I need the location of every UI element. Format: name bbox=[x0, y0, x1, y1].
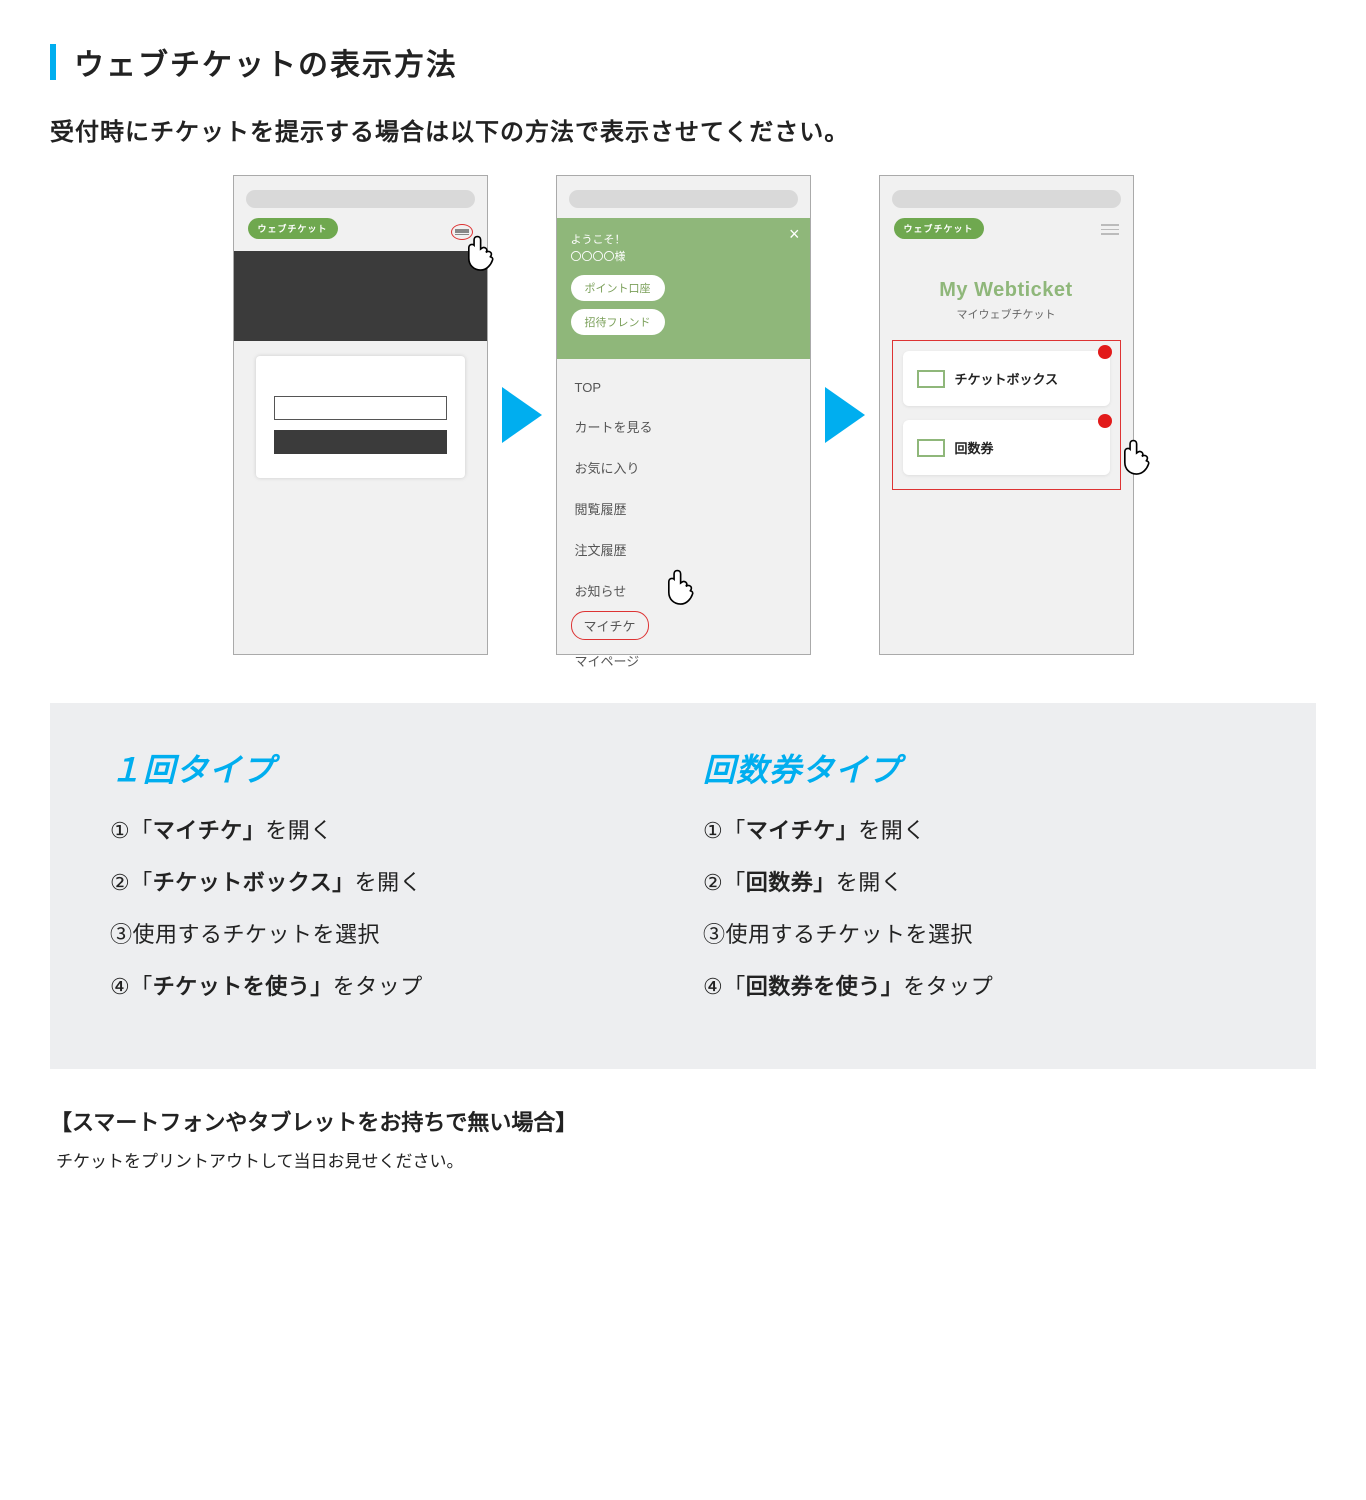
title-accent-bar bbox=[50, 44, 56, 80]
arrow-right-icon bbox=[825, 387, 865, 443]
column-title: １回タイプ bbox=[110, 745, 663, 791]
footer-heading: 【スマートフォンやタブレットをお持ちで無い場合】 bbox=[50, 1105, 1316, 1137]
my-webticket-subtitle: マイウェブチケット bbox=[880, 306, 1133, 322]
close-icon[interactable]: × bbox=[789, 224, 800, 245]
menu-browse-history[interactable]: 閲覧履歴 bbox=[557, 488, 810, 529]
mockup-screen-2: × ようこそ！ 〇〇〇〇様 ポイント口座 招待フレンド TOP カートを見る お… bbox=[556, 175, 811, 655]
ticket-icon bbox=[917, 439, 945, 457]
notification-dot-icon bbox=[1098, 345, 1112, 359]
welcome-text: ようこそ！ 〇〇〇〇様 bbox=[571, 232, 796, 265]
step-4: ④「回数券を使う」をタップ bbox=[703, 969, 1256, 1001]
step-3: ③使用するチケットを選択 bbox=[703, 917, 1256, 949]
instructions-panel: １回タイプ ①「マイチケ」を開く ②「チケットボックス」を開く ③使用するチケッ… bbox=[50, 703, 1316, 1069]
login-modal bbox=[256, 356, 465, 478]
points-pill[interactable]: ポイント口座 bbox=[571, 275, 665, 301]
multi-use-column: 回数券タイプ ①「マイチケ」を開く ②「回数券」を開く ③使用するチケットを選択… bbox=[703, 745, 1256, 1021]
highlighted-area: チケットボックス 回数券 bbox=[892, 340, 1121, 490]
pointer-hand-icon bbox=[1113, 436, 1155, 478]
coupon-card[interactable]: 回数券 bbox=[903, 420, 1110, 475]
step-1: ①「マイチケ」を開く bbox=[703, 813, 1256, 845]
text-input[interactable] bbox=[274, 396, 447, 420]
menu-order-history[interactable]: 注文履歴 bbox=[557, 529, 810, 570]
hamburger-menu-button[interactable] bbox=[1101, 224, 1119, 235]
webticket-badge: ウェブチケット bbox=[248, 218, 338, 239]
mockup-screen-1: ウェブチケット bbox=[233, 175, 488, 655]
menu-myticket[interactable]: マイチケ bbox=[571, 611, 649, 640]
step-3: ③使用するチケットを選択 bbox=[110, 917, 663, 949]
step-1: ①「マイチケ」を開く bbox=[110, 813, 663, 845]
single-use-column: １回タイプ ①「マイチケ」を開く ②「チケットボックス」を開く ③使用するチケッ… bbox=[110, 745, 663, 1021]
notification-dot-icon bbox=[1098, 414, 1112, 428]
footer-text: チケットをプリントアウトして当日お見せください。 bbox=[50, 1147, 1316, 1172]
card-label: チケットボックス bbox=[955, 369, 1059, 388]
url-bar-placeholder bbox=[246, 190, 475, 208]
menu-favorites[interactable]: お気に入り bbox=[557, 447, 810, 488]
menu-top[interactable]: TOP bbox=[557, 369, 810, 406]
page-subtitle: 受付時にチケットを提示する場合は以下の方法で表示させてください。 bbox=[50, 112, 1316, 147]
step-4: ④「チケットを使う」をタップ bbox=[110, 969, 663, 1001]
webticket-badge: ウェブチケット bbox=[894, 218, 984, 239]
pointer-hand-icon bbox=[457, 232, 499, 274]
submit-button[interactable] bbox=[274, 430, 447, 454]
drawer-header: × ようこそ！ 〇〇〇〇様 ポイント口座 招待フレンド bbox=[557, 218, 810, 359]
column-title: 回数券タイプ bbox=[703, 745, 1256, 791]
arrow-right-icon bbox=[502, 387, 542, 443]
ticketbox-card[interactable]: チケットボックス bbox=[903, 351, 1110, 406]
step-2: ②「チケットボックス」を開く bbox=[110, 865, 663, 897]
menu-cart[interactable]: カートを見る bbox=[557, 406, 810, 447]
friends-pill[interactable]: 招待フレンド bbox=[571, 309, 665, 335]
my-webticket-title: My Webticket bbox=[880, 279, 1133, 302]
ticket-icon bbox=[917, 370, 945, 388]
url-bar-placeholder bbox=[892, 190, 1121, 208]
page-title: ウェブチケットの表示方法 bbox=[74, 40, 458, 84]
hero-placeholder bbox=[234, 251, 487, 341]
menu-mypage[interactable]: マイページ bbox=[557, 640, 810, 681]
pointer-hand-icon bbox=[657, 566, 699, 608]
screens-row: ウェブチケット × ようこそ！ 〇〇〇〇様 ポイント口座 招待フレンド TOP … bbox=[50, 175, 1316, 655]
drawer-menu: TOP カートを見る お気に入り 閲覧履歴 注文履歴 お知らせ マイチケ マイペ… bbox=[557, 359, 810, 691]
url-bar-placeholder bbox=[569, 190, 798, 208]
card-label: 回数券 bbox=[955, 438, 994, 457]
mockup-screen-3: ウェブチケット My Webticket マイウェブチケット チケットボックス … bbox=[879, 175, 1134, 655]
step-2: ②「回数券」を開く bbox=[703, 865, 1256, 897]
